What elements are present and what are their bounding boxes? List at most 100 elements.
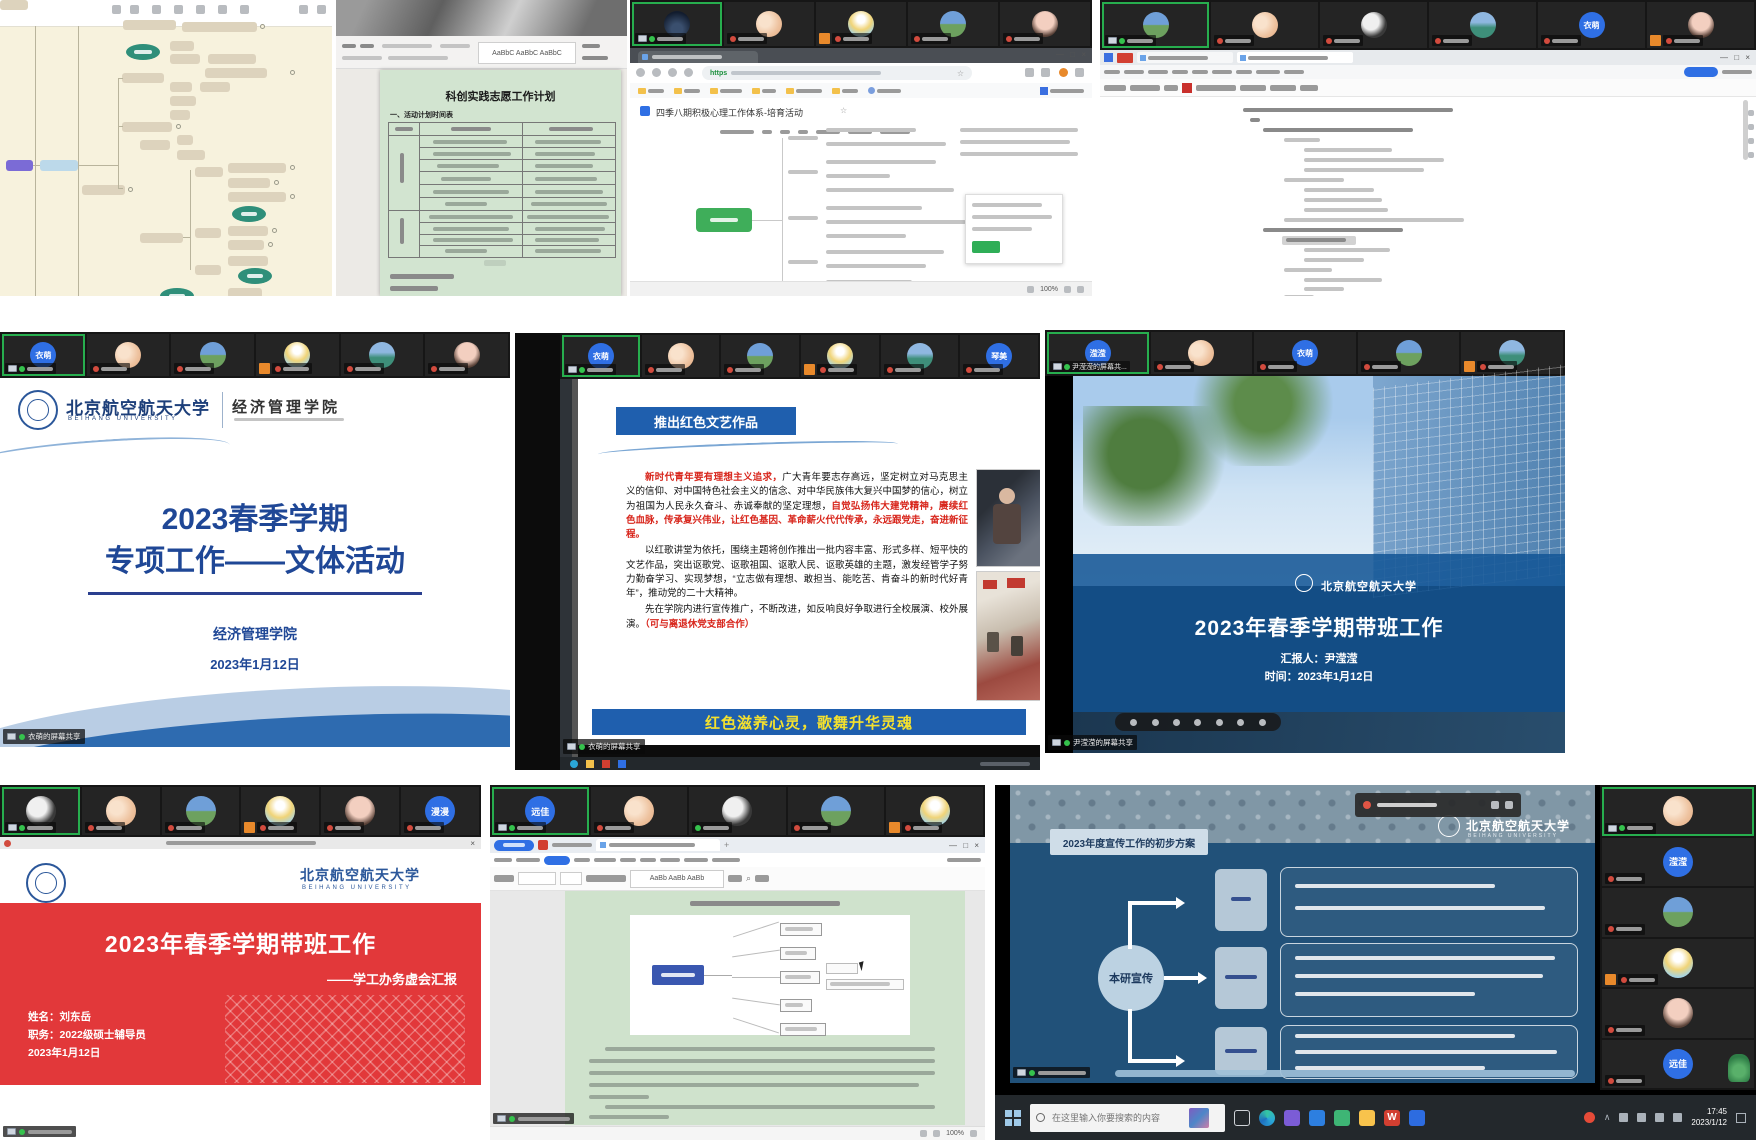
participant-tile[interactable] (1602, 787, 1754, 836)
style-gallery[interactable]: AaBbC AaBbC AaBbC (478, 42, 576, 64)
zoom-in-icon[interactable] (1064, 286, 1071, 293)
participant-tile[interactable] (591, 787, 688, 835)
extension-icon[interactable] (1025, 68, 1034, 77)
participant-tile[interactable] (1358, 332, 1460, 374)
more-icon[interactable] (1237, 719, 1244, 726)
forward-icon[interactable] (652, 68, 661, 77)
participant-tile[interactable] (1602, 888, 1754, 937)
participant-tile[interactable] (241, 787, 319, 835)
participant-tile[interactable] (1211, 2, 1318, 48)
participant-tile[interactable] (1602, 989, 1754, 1038)
downloads-icon[interactable] (1041, 68, 1050, 77)
share-button[interactable] (1684, 67, 1718, 77)
collapse-icon[interactable] (1259, 719, 1266, 726)
bookmark-app[interactable] (1040, 87, 1084, 95)
redo-icon[interactable] (130, 5, 139, 14)
participant-tile[interactable] (256, 334, 339, 376)
bookmark-folder[interactable] (786, 88, 822, 94)
icn-element[interactable] (1491, 801, 1499, 809)
participant-tile[interactable] (721, 335, 799, 377)
icn-element[interactable] (1505, 801, 1513, 809)
bookmark-link[interactable] (868, 87, 901, 94)
zoom-out-icon[interactable] (1027, 286, 1034, 293)
undo-icon[interactable] (112, 5, 121, 14)
menu-icon[interactable] (1075, 68, 1084, 77)
view-mode-icon[interactable] (920, 1130, 927, 1137)
bookmark-folder[interactable] (638, 88, 664, 94)
menu-pill[interactable] (544, 856, 570, 865)
participant-tile[interactable]: 琴美 (960, 335, 1038, 377)
participant-tile[interactable] (321, 787, 399, 835)
doc-tab[interactable] (1137, 52, 1233, 63)
whiteboard-icon[interactable] (1216, 719, 1223, 726)
bookmark-folder[interactable] (674, 88, 700, 94)
participant-tile[interactable] (632, 2, 722, 46)
tray-badge[interactable] (1584, 1112, 1595, 1123)
participant-tile[interactable] (908, 2, 998, 46)
participant-tile[interactable]: 衣萌 (2, 334, 85, 376)
fit-icon[interactable] (1077, 286, 1084, 293)
bookmark-folder[interactable] (752, 88, 776, 94)
participant-tile[interactable]: 衣萌 (1254, 332, 1356, 374)
refresh-icon[interactable] (668, 68, 677, 77)
fullscreen-icon[interactable] (299, 5, 308, 14)
participant-tile[interactable]: 衣萌 (1538, 2, 1645, 48)
participant-tile[interactable] (425, 334, 508, 376)
participant-tile[interactable] (724, 2, 814, 46)
participant-tile[interactable] (82, 787, 160, 835)
participant-tile[interactable]: 滢滢尹滢滢的屏幕共... (1047, 332, 1149, 374)
taskbar-search[interactable] (1030, 1104, 1225, 1132)
wechat-icon[interactable] (1334, 1110, 1350, 1126)
zoom-in-icon[interactable] (970, 1130, 977, 1137)
participant-tile[interactable] (171, 334, 254, 376)
zoom-out-icon[interactable] (933, 1130, 940, 1137)
participant-tile[interactable] (801, 335, 879, 377)
pen-icon[interactable] (1152, 719, 1159, 726)
relation-icon[interactable] (218, 5, 227, 14)
back-icon[interactable] (636, 68, 645, 77)
share-icon[interactable] (317, 5, 326, 14)
layout-icon[interactable] (152, 5, 161, 14)
participant-tile[interactable] (1429, 2, 1536, 48)
participant-tile[interactable] (1320, 2, 1427, 48)
insert-icon[interactable] (196, 5, 205, 14)
search-input[interactable] (1050, 1112, 1184, 1124)
explorer-icon[interactable] (1359, 1110, 1375, 1126)
participant-tile[interactable] (1647, 2, 1754, 48)
home-tab[interactable] (494, 840, 534, 851)
participant-tile[interactable] (1000, 2, 1090, 46)
participant-tile[interactable] (1151, 332, 1253, 374)
participant-tile[interactable]: 远佳 (492, 787, 589, 835)
participant-tile[interactable] (1102, 2, 1209, 48)
edge-icon[interactable] (1259, 1110, 1275, 1126)
url-bar[interactable]: https ☆ (702, 66, 972, 80)
participant-tile[interactable] (341, 334, 424, 376)
participant-tile[interactable] (689, 787, 786, 835)
participant-tile[interactable]: 远佳 (1602, 1040, 1754, 1089)
doc-tab-active[interactable] (596, 839, 720, 851)
office-icon[interactable] (1284, 1110, 1300, 1126)
participant-tile[interactable] (2, 787, 80, 835)
profile-avatar[interactable] (1059, 68, 1068, 77)
participant-tile[interactable] (162, 787, 240, 835)
style-gallery[interactable]: AaBb AaBb AaBb (630, 870, 724, 888)
shield-icon[interactable] (1309, 1110, 1325, 1126)
participant-tile[interactable] (788, 787, 885, 835)
style-icon[interactable] (174, 5, 183, 14)
participant-tile[interactable] (642, 335, 720, 377)
home-icon[interactable] (684, 68, 693, 77)
bookmark-folder[interactable] (832, 88, 858, 94)
participant-tile[interactable]: 滢滢 (1602, 838, 1754, 887)
wps-icon[interactable]: W (1384, 1110, 1400, 1126)
participant-tile[interactable]: 衣萌 (562, 335, 640, 377)
participant-tile[interactable] (816, 2, 906, 46)
annotate-icon[interactable] (1130, 719, 1137, 726)
task-view-icon[interactable] (1234, 1110, 1250, 1126)
bookmark-folder[interactable] (710, 88, 742, 94)
eraser-icon[interactable] (1194, 719, 1201, 726)
confirm-button[interactable] (972, 241, 1000, 253)
participant-tile[interactable] (886, 787, 983, 835)
participant-tile[interactable] (881, 335, 959, 377)
participant-tile[interactable]: 漫漫 (401, 787, 479, 835)
participant-tile[interactable] (1602, 939, 1754, 988)
